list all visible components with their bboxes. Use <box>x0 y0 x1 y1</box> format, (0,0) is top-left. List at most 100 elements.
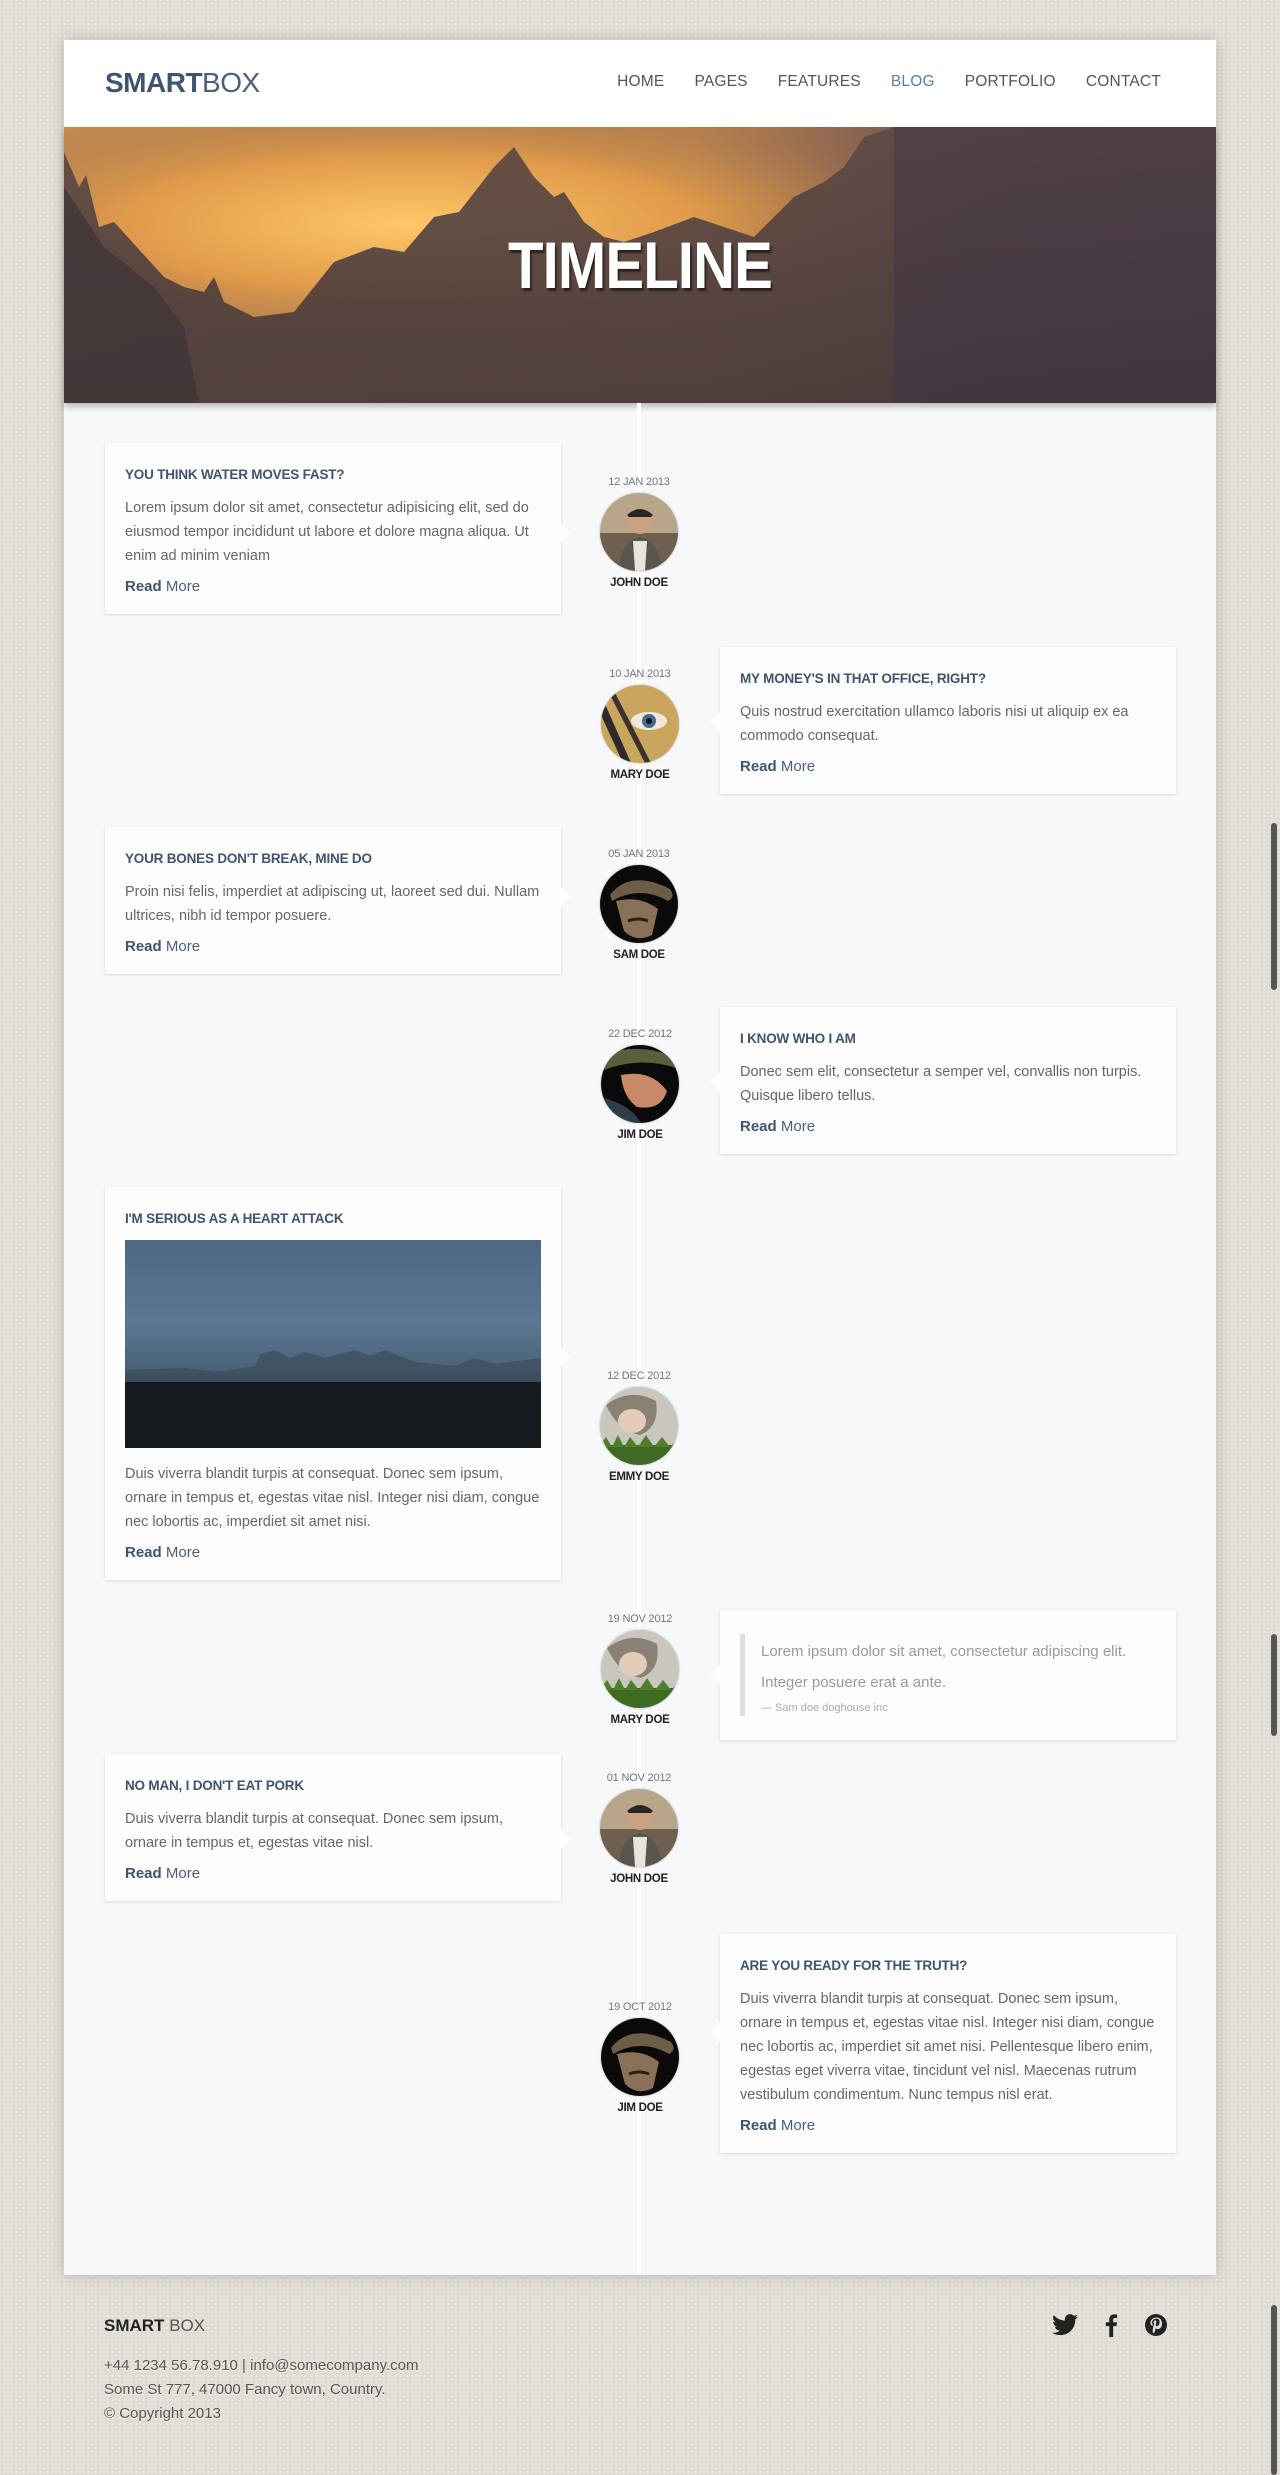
avatar[interactable] <box>601 2018 679 2096</box>
timeline-card: ARE YOU READY FOR THE TRUTH? Duis viverr… <box>710 1934 1176 2153</box>
timeline-node: 01 NOV 2012 JOHN DOE <box>594 1772 684 1885</box>
post-title[interactable]: YOUR BONES DON'T BREAK, MINE DO <box>125 851 541 866</box>
timeline-card: YOU THINK WATER MOVES FAST? Lorem ipsum … <box>105 443 571 614</box>
footer-contact: +44 1234 56.78.910 | info@somecompany.co… <box>104 2357 419 2374</box>
read-more-link[interactable]: Read More <box>740 758 815 775</box>
avatar-man-in-hat <box>601 2018 679 2096</box>
timeline-node: 19 NOV 2012 MARY DOE <box>595 1613 685 1726</box>
post-excerpt: Proin nisi felis, imperdiet at adipiscin… <box>125 884 540 924</box>
post-date: 12 DEC 2012 <box>607 1370 671 1382</box>
author-name: EMMY DOE <box>608 1471 669 1483</box>
post-excerpt: Duis viverra blandit turpis at consequat… <box>125 1811 503 1851</box>
footer-logo[interactable]: SMART BOX <box>104 2316 205 2336</box>
post-title[interactable]: I'M SERIOUS AS A HEART ATTACK <box>125 1211 541 1226</box>
nav-home[interactable]: HOME <box>617 73 664 91</box>
footer-logo-light: BOX <box>169 2316 206 2335</box>
footer-copyright: © Copyright 2013 <box>104 2405 221 2422</box>
post-date: 12 JAN 2013 <box>608 476 670 488</box>
post-title[interactable]: MY MONEY'S IN THAT OFFICE, RIGHT? <box>740 671 1156 686</box>
main-nav: HOME PAGES FEATURES BLOG PORTFOLIO CONTA… <box>587 73 1161 91</box>
hero-banner: TIMELINE <box>64 127 1216 403</box>
site-logo[interactable]: SMARTBOX <box>105 67 260 99</box>
timeline-node: 22 DEC 2012 JIM DOE <box>595 1028 685 1141</box>
nav-features[interactable]: FEATURES <box>778 73 861 91</box>
timeline-card: NO MAN, I DON'T EAT PORK Duis viverra bl… <box>105 1754 571 1901</box>
post-date: 05 JAN 2013 <box>608 848 670 860</box>
post-title[interactable]: YOU THINK WATER MOVES FAST? <box>125 467 541 482</box>
twitter-icon[interactable] <box>1052 2314 1078 2336</box>
post-date: 10 JAN 2013 <box>609 668 671 680</box>
page-title: TIMELINE <box>508 228 773 302</box>
logo-light: BOX <box>202 67 260 98</box>
post-excerpt: Donec sem elit, consectetur a semper vel… <box>740 1064 1142 1104</box>
footer-logo-bold: SMART <box>104 2316 165 2335</box>
author-name: JOHN DOE <box>610 577 668 589</box>
post-title[interactable]: ARE YOU READY FOR THE TRUTH? <box>740 1958 1156 1973</box>
logo-bold: SMART <box>105 67 203 98</box>
quote-line: Integer posuere erat a ante. <box>761 1674 947 1691</box>
post-excerpt: Duis viverra blandit turpis at consequat… <box>740 1991 1155 2103</box>
post-title[interactable]: I KNOW WHO I AM <box>740 1031 1156 1046</box>
avatar-man-in-cap <box>600 493 678 571</box>
avatar-girl-on-grass <box>600 1387 678 1465</box>
scrollbar-thumb[interactable] <box>1271 2305 1277 2475</box>
read-more-link[interactable]: Read More <box>740 2117 815 2134</box>
post-date: 19 NOV 2012 <box>607 1613 673 1625</box>
avatar-man-in-cap <box>600 1789 678 1867</box>
avatar[interactable] <box>601 1630 679 1708</box>
author-name: JOHN DOE <box>610 1873 668 1885</box>
timeline-card: YOUR BONES DON'T BREAK, MINE DO Proin ni… <box>105 827 571 974</box>
foggy-field-image <box>125 1350 541 1448</box>
post-date: 22 DEC 2012 <box>608 1028 672 1040</box>
timeline-node: 12 JAN 2013 JOHN DOE <box>594 476 684 589</box>
post-excerpt: Lorem ipsum dolor sit amet, consectetur … <box>125 500 529 564</box>
page-container: SMARTBOX HOME PAGES FEATURES BLOG PORTFO… <box>64 40 1216 2275</box>
blockquote: Lorem ipsum dolor sit amet, consectetur … <box>740 1634 1156 1716</box>
quote-citation: — Sam doe doghouse inc <box>761 1702 888 1714</box>
read-more-link[interactable]: Read More <box>125 578 200 595</box>
timeline-node: 10 JAN 2013 MARY DOE <box>595 668 685 781</box>
timeline-node: 05 JAN 2013 SAM DOE <box>594 848 684 961</box>
avatar[interactable] <box>600 865 678 943</box>
post-date: 01 NOV 2012 <box>606 1772 672 1784</box>
read-more-link[interactable]: Read More <box>740 1118 815 1135</box>
nav-blog[interactable]: BLOG <box>891 73 935 91</box>
post-image-foggy-field[interactable] <box>125 1240 541 1448</box>
nav-portfolio[interactable]: PORTFOLIO <box>965 73 1056 91</box>
author-name: MARY DOE <box>610 1714 670 1726</box>
author-name: SAM DOE <box>613 949 665 961</box>
quote-line: Lorem ipsum dolor sit amet, consectetur … <box>761 1643 1127 1660</box>
avatar-man-closeup <box>601 1045 679 1123</box>
avatar[interactable] <box>601 685 679 763</box>
post-date: 19 OCT 2012 <box>608 2001 672 2013</box>
avatar[interactable] <box>601 1045 679 1123</box>
read-more-link[interactable]: Read More <box>125 1544 200 1561</box>
avatar-man-in-hat <box>600 865 678 943</box>
scrollbar-thumb[interactable] <box>1271 823 1277 990</box>
post-title[interactable]: NO MAN, I DON'T EAT PORK <box>125 1778 541 1793</box>
scrollbar-thumb[interactable] <box>1271 1634 1277 1736</box>
timeline-card: MY MONEY'S IN THAT OFFICE, RIGHT? Quis n… <box>710 647 1176 794</box>
avatar-girl-on-grass <box>601 1630 679 1708</box>
author-name: JIM DOE <box>617 1129 663 1141</box>
read-more-link[interactable]: Read More <box>125 1865 200 1882</box>
site-header: SMARTBOX HOME PAGES FEATURES BLOG PORTFO… <box>64 40 1216 127</box>
timeline-node: 12 DEC 2012 EMMY DOE <box>594 1370 684 1483</box>
facebook-icon[interactable] <box>1104 2313 1118 2337</box>
avatar[interactable] <box>600 493 678 571</box>
nav-pages[interactable]: PAGES <box>694 73 747 91</box>
nav-contact[interactable]: CONTACT <box>1086 73 1161 91</box>
footer-contact-info: +44 1234 56.78.910 | info@somecompany.co… <box>104 2354 418 2426</box>
post-excerpt: Duis viverra blandit turpis at consequat… <box>125 1466 540 1530</box>
timeline-card: I KNOW WHO I AM Donec sem elit, consecte… <box>710 1007 1176 1154</box>
timeline-node: 19 OCT 2012 JIM DOE <box>595 2001 685 2114</box>
avatar[interactable] <box>600 1387 678 1465</box>
avatar[interactable] <box>600 1789 678 1867</box>
footer-address: Some St 777, 47000 Fancy town, Country. <box>104 2381 386 2398</box>
post-excerpt: Quis nostrud exercitation ullamco labori… <box>740 704 1129 744</box>
timeline-quote-card: Lorem ipsum dolor sit amet, consectetur … <box>710 1610 1176 1740</box>
avatar-eye-closeup <box>601 685 679 763</box>
author-name: JIM DOE <box>617 2102 663 2114</box>
read-more-link[interactable]: Read More <box>125 938 200 955</box>
pinterest-icon[interactable] <box>1144 2313 1168 2337</box>
